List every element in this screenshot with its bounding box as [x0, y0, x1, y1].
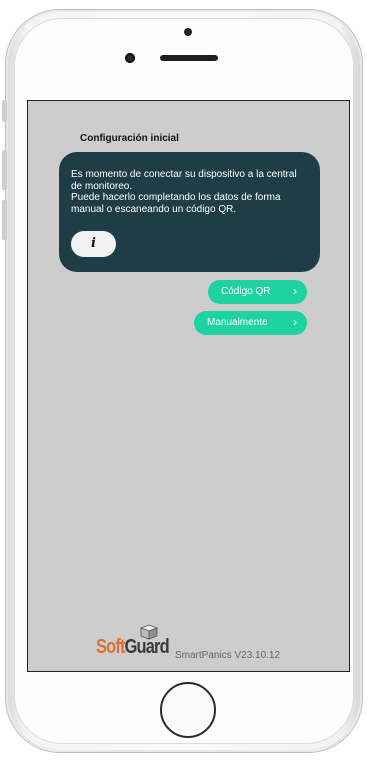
- proximity-sensor: [184, 28, 192, 36]
- manual-setup-button[interactable]: Manualmente ›: [194, 311, 307, 335]
- info-card: Es momento de conectar su dispositivo a …: [59, 152, 320, 272]
- app-version: SmartPanics V23.10.12: [175, 650, 281, 661]
- info-message: Es momento de conectar su dispositivo a …: [71, 169, 297, 215]
- logo-guard-text: Guard: [124, 636, 170, 658]
- softguard-logo: SoftGuard: [96, 624, 170, 662]
- page-title: Configuración inicial: [80, 133, 179, 144]
- info-button[interactable]: i: [71, 231, 116, 257]
- device-mockup: Configuración inicial Es momento de cone…: [0, 0, 370, 761]
- logo-soft-text: Soft: [96, 636, 125, 658]
- chevron-right-icon: ›: [293, 284, 297, 298]
- manual-setup-button-label: Manualmente: [207, 317, 268, 328]
- volume-down-button: [2, 200, 7, 240]
- chevron-right-icon: ›: [293, 315, 297, 329]
- earpiece-speaker: [160, 55, 218, 61]
- qr-code-button[interactable]: Código QR ›: [208, 280, 307, 304]
- logo-wordmark: SoftGuard: [96, 636, 170, 659]
- info-icon: i: [91, 236, 96, 251]
- front-camera: [125, 53, 135, 63]
- volume-up-button: [2, 150, 7, 190]
- home-button[interactable]: [160, 682, 216, 738]
- qr-code-button-label: Código QR: [221, 286, 271, 297]
- app-screen: Configuración inicial Es momento de cone…: [27, 100, 350, 672]
- mute-switch: [2, 100, 7, 122]
